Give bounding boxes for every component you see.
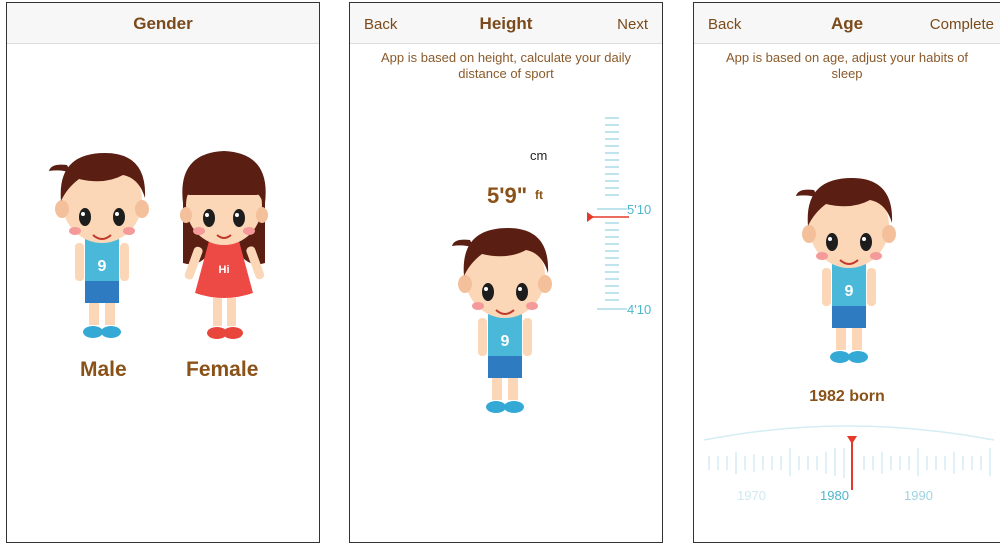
girl-figure: Hi — [180, 151, 268, 339]
age-description: App is based on age, adjust your habits … — [725, 50, 969, 81]
nav-bar: Back Height Next — [350, 3, 662, 44]
svg-text:Hi: Hi — [219, 264, 230, 276]
gender-screen: Gender 9 Male Hi Female — [6, 2, 320, 543]
next-button[interactable]: Next — [617, 16, 648, 33]
nav-bar: Back Age Complete — [694, 3, 1000, 44]
year-label: 1990 — [904, 488, 933, 503]
svg-text:9: 9 — [98, 258, 107, 275]
year-dial[interactable] — [694, 418, 1000, 493]
height-value: 5'9" — [487, 183, 528, 208]
svg-text:9: 9 — [501, 333, 510, 350]
ruler-label-lower: 4'10 — [627, 302, 652, 317]
page-title: Gender — [133, 14, 193, 33]
birth-year: 1982 born — [809, 388, 885, 405]
female-label[interactable]: Female — [186, 358, 258, 382]
unit-toggle-cm[interactable]: cm — [530, 148, 547, 163]
year-indicator-arrow — [847, 436, 857, 444]
page-title: Height — [479, 14, 533, 33]
height-indicator-arrow — [587, 212, 594, 222]
male-avatar[interactable]: 9 — [47, 143, 157, 348]
boy-figure: 9 — [49, 153, 149, 338]
height-ruler[interactable] — [585, 113, 663, 328]
height-description: App is based on height, calculate your d… — [380, 50, 632, 81]
year-label: 1970 — [737, 488, 766, 503]
height-unit: ft — [535, 188, 543, 202]
complete-button[interactable]: Complete — [930, 16, 994, 33]
nav-bar: Gender — [7, 3, 319, 44]
height-screen: Back Height Next App is based on height,… — [349, 2, 663, 543]
year-label: 1980 — [820, 488, 849, 503]
ruler-label-upper: 5'10 — [627, 202, 652, 217]
female-avatar[interactable]: Hi — [169, 143, 279, 348]
age-screen: Back Age Complete App is based on age, a… — [693, 2, 1000, 543]
svg-text:9: 9 — [845, 283, 854, 300]
boy-avatar: 9 — [452, 228, 552, 413]
boy-avatar: 9 — [796, 178, 896, 363]
male-label[interactable]: Male — [80, 358, 127, 382]
